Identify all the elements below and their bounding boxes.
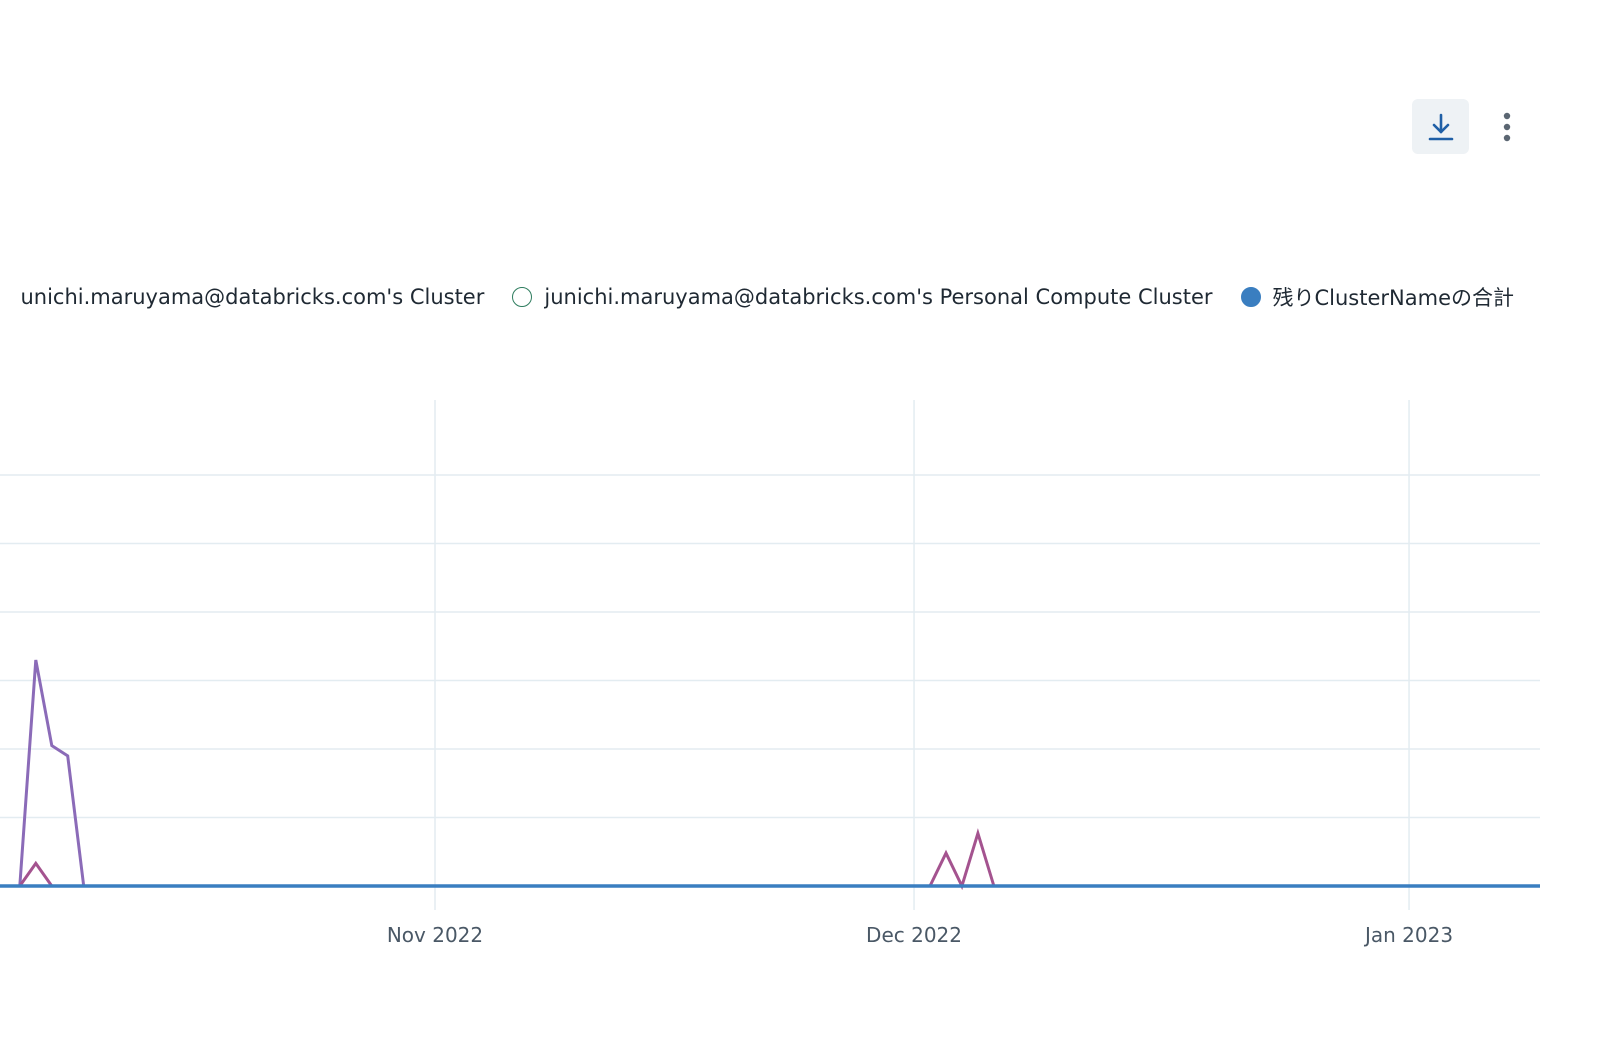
x-tick-label: Nov 2022 — [387, 923, 483, 947]
x-axis: Nov 2022 Dec 2022 Jan 2023 — [387, 923, 1453, 947]
series-line-0[interactable] — [18, 659, 86, 887]
series-line-1[interactable] — [18, 828, 996, 891]
x-tick-label: Jan 2023 — [1363, 923, 1453, 947]
chart-grid — [0, 400, 1540, 910]
chart-series — [0, 659, 1540, 891]
x-tick-label: Dec 2022 — [866, 923, 962, 947]
line-chart: Nov 2022 Dec 2022 Jan 2023 — [0, 400, 1540, 947]
